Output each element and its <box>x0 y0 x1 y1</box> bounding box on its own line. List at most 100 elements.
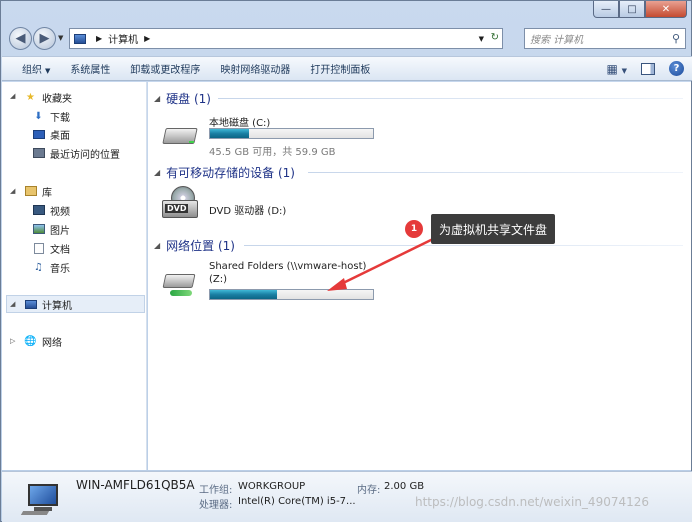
organize-button[interactable]: 组织 ▼ <box>2 61 60 76</box>
sidebar-item-label: 库 <box>42 187 52 199</box>
network-globe-icon: 🌐 <box>24 335 37 347</box>
expand-icon[interactable]: ▷ <box>10 337 15 345</box>
system-properties-button[interactable]: 系统属性 <box>60 61 120 76</box>
video-icon <box>32 205 45 216</box>
memory-value: 2.00 GB <box>384 481 425 492</box>
drive-d-name: DVD 驱动器 (D:) <box>209 206 287 217</box>
search-placeholder: 搜索 计算机 <box>530 35 584 46</box>
memory-label: 内存: <box>357 485 381 496</box>
collapse-icon[interactable]: ◢ <box>10 187 15 195</box>
network-drive-icon <box>162 270 198 302</box>
refresh-icon[interactable]: ↻ <box>491 32 499 43</box>
breadcrumb-separator-icon[interactable]: ▶ <box>96 34 102 43</box>
sidebar-item-music[interactable]: ♫ 音乐 <box>32 259 70 275</box>
group-header-removable[interactable]: ◢ 有可移动存储的设备 (1) <box>154 164 295 181</box>
group-divider <box>308 172 683 173</box>
pictures-icon <box>32 224 45 235</box>
library-icon <box>24 186 37 197</box>
back-arrow-icon: ◀ <box>15 31 26 46</box>
sidebar-item-label: 收藏夹 <box>42 93 72 105</box>
dvd-drive-icon: DVD <box>162 186 200 222</box>
address-dropdown-icon[interactable]: ▼ <box>479 35 484 43</box>
minimize-button[interactable]: — <box>593 1 619 18</box>
drive-z[interactable]: Shared Folders (\\vmware-host) (Z:) <box>162 258 402 306</box>
computer-monitor-icon <box>20 482 62 516</box>
group-header-label: 网络位置 (1) <box>166 239 235 253</box>
drive-c-name: 本地磁盘 (C:) <box>209 118 271 129</box>
sidebar-item-network[interactable]: 🌐 网络 <box>24 333 62 349</box>
address-row: ◀ ▶ ▼ ▶ 计算机 ▶ ▼ ↻ 搜索 计算机 ⚲ <box>5 25 689 53</box>
computer-icon <box>74 33 86 44</box>
breadcrumb-computer[interactable]: 计算机 <box>108 31 138 46</box>
group-header-hdd[interactable]: ◢ 硬盘 (1) <box>154 90 211 107</box>
sidebar-item-favorites[interactable]: ★ 收藏夹 <box>24 89 72 105</box>
view-options-icon[interactable]: ▦ ▼ <box>606 62 627 76</box>
hard-drive-icon <box>162 124 198 148</box>
sidebar-item-label: 下载 <box>50 112 70 124</box>
sidebar-item-recent[interactable]: 最近访问的位置 <box>32 145 120 161</box>
forward-arrow-icon: ▶ <box>39 31 50 46</box>
annotation-badge: 1 <box>405 220 423 238</box>
workgroup-value: WORKGROUP <box>238 481 306 492</box>
group-divider <box>218 98 683 99</box>
star-icon: ★ <box>26 91 35 103</box>
sidebar-item-label: 桌面 <box>50 130 70 142</box>
annotation-callout: 为虚拟机共享文件盘 <box>431 214 556 244</box>
group-header-network[interactable]: ◢ 网络位置 (1) <box>154 237 235 254</box>
sidebar-item-label: 最近访问的位置 <box>50 149 120 161</box>
desktop-icon <box>32 129 45 140</box>
sidebar-item-label: 音乐 <box>50 263 70 275</box>
navigation-pane: ◢ ★ 收藏夹 ⬇ 下载 桌面 最近访问的位置 ◢ 库 视频 图片 文档 ♫ 音… <box>2 82 147 470</box>
uninstall-button[interactable]: 卸载或更改程序 <box>120 61 210 76</box>
forward-button[interactable]: ▶ <box>33 27 56 50</box>
map-network-drive-button[interactable]: 映射网络驱动器 <box>210 61 300 76</box>
organize-label: 组织 <box>22 65 42 76</box>
history-dropdown-icon[interactable]: ▼ <box>58 34 63 42</box>
sidebar-item-label: 视频 <box>50 206 70 218</box>
collapse-icon[interactable]: ◢ <box>10 300 15 308</box>
drive-z-letter: (Z:) <box>209 274 228 285</box>
sidebar-item-libraries[interactable]: 库 <box>24 183 52 199</box>
search-icon[interactable]: ⚲ <box>672 32 680 45</box>
breadcrumb-separator-icon[interactable]: ▶ <box>144 34 150 43</box>
command-bar: 组织 ▼ 系统属性 卸载或更改程序 映射网络驱动器 打开控制面板 ▦ ▼ ? <box>2 56 692 81</box>
sidebar-item-label: 计算机 <box>42 300 72 312</box>
collapse-icon[interactable]: ◢ <box>10 92 15 100</box>
sidebar-item-label: 文档 <box>50 244 70 256</box>
sidebar-item-label: 网络 <box>42 337 62 349</box>
sidebar-item-downloads[interactable]: ⬇ 下载 <box>32 108 70 124</box>
sidebar-item-documents[interactable]: 文档 <box>32 240 70 256</box>
back-button[interactable]: ◀ <box>9 27 32 50</box>
sidebar-item-computer[interactable]: 计算机 <box>24 296 72 312</box>
chevron-down-icon: ▼ <box>45 67 51 75</box>
sidebar-item-videos[interactable]: 视频 <box>32 202 70 218</box>
open-control-panel-button[interactable]: 打开控制面板 <box>300 61 380 76</box>
help-icon[interactable]: ? <box>669 61 684 76</box>
drive-d[interactable]: DVD DVD 驱动器 (D:) <box>162 186 382 226</box>
collapse-icon: ◢ <box>154 168 161 177</box>
computer-icon <box>24 299 37 310</box>
sidebar-item-desktop[interactable]: 桌面 <box>32 126 70 142</box>
drive-c[interactable]: 本地磁盘 (C:) 45.5 GB 可用，共 59.9 GB <box>162 112 382 160</box>
downloads-folder-icon: ⬇ <box>34 110 43 122</box>
workgroup-label: 工作组: <box>199 485 233 496</box>
drive-c-usage-bar <box>209 128 374 139</box>
view-controls: ▦ ▼ ? <box>606 61 684 76</box>
group-header-label: 有可移动存储的设备 (1) <box>166 166 295 180</box>
dvd-label: DVD <box>165 204 189 213</box>
address-bar[interactable]: ▶ 计算机 ▶ ▼ ↻ <box>69 28 503 49</box>
close-button[interactable]: ✕ <box>645 1 687 18</box>
search-input[interactable]: 搜索 计算机 ⚲ <box>524 28 686 49</box>
drive-c-space-info: 45.5 GB 可用，共 59.9 GB <box>209 147 336 158</box>
preview-pane-icon[interactable] <box>641 62 655 75</box>
maximize-button[interactable]: □ <box>619 1 645 18</box>
watermark: https://blog.csdn.net/weixin_49074126 <box>415 495 650 509</box>
sidebar-item-pictures[interactable]: 图片 <box>32 221 70 237</box>
usage-fill <box>210 129 250 138</box>
group-header-label: 硬盘 (1) <box>166 92 211 106</box>
computer-name: WIN-AMFLD61QB5A <box>76 478 195 492</box>
content-pane: ◢ 硬盘 (1) 本地磁盘 (C:) 45.5 GB 可用，共 59.9 GB … <box>148 82 691 470</box>
caption-buttons: — □ ✕ <box>593 1 687 19</box>
collapse-icon: ◢ <box>154 94 161 103</box>
recent-places-icon <box>32 148 45 159</box>
